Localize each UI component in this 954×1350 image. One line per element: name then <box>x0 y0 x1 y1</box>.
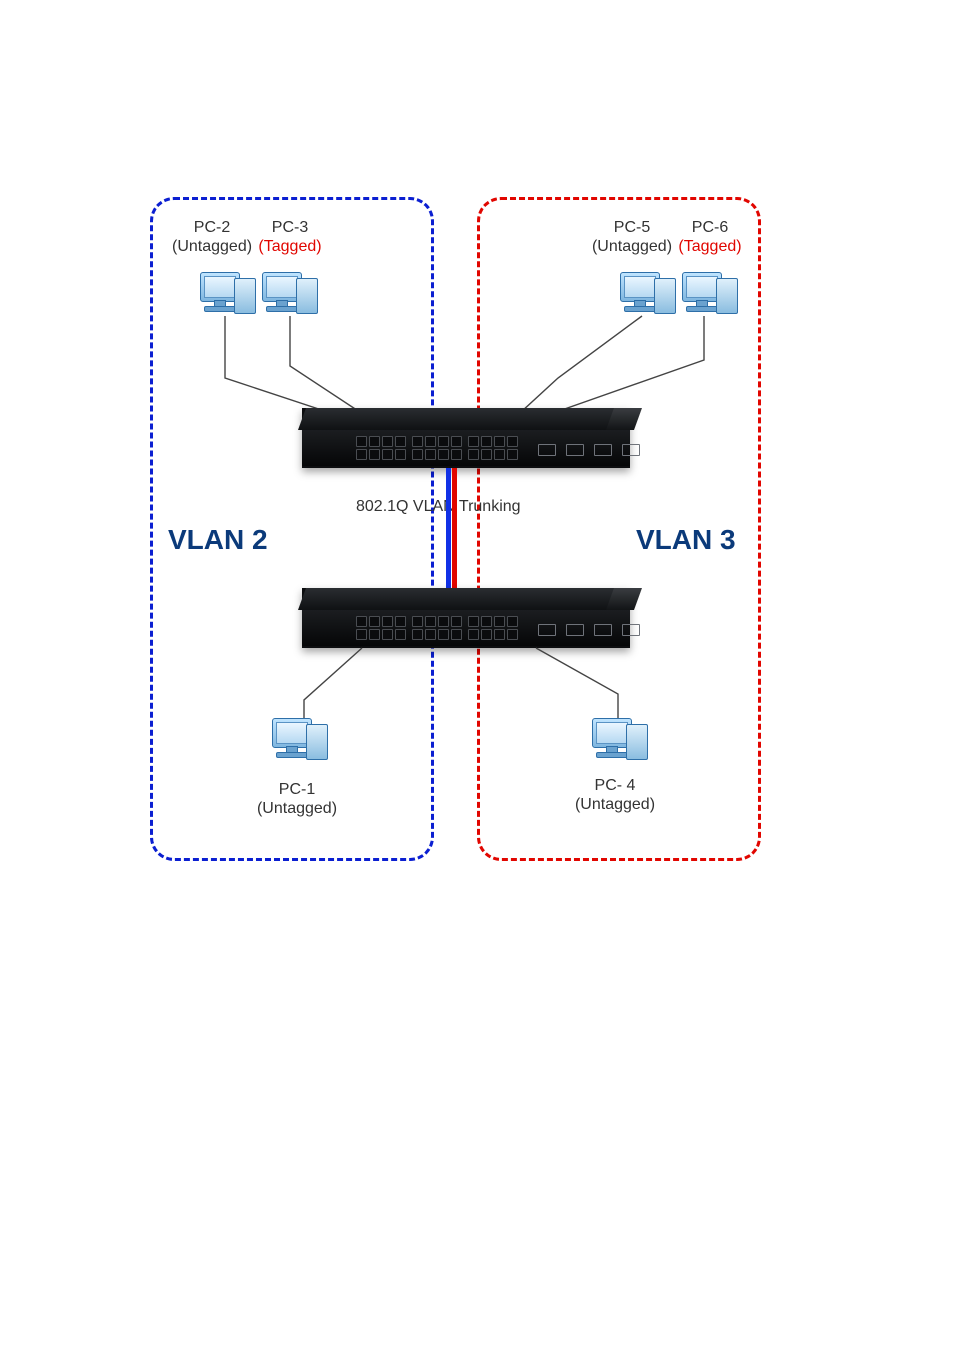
pc4-icon <box>588 718 642 772</box>
pc1-name: PC-1 <box>252 780 342 799</box>
pc1-label: PC-1 (Untagged) <box>252 780 342 818</box>
pc4-name: PC- 4 <box>570 776 660 795</box>
pc1-tag: (Untagged) <box>252 799 342 818</box>
pc4-tag: (Untagged) <box>570 795 660 814</box>
diagram-stage: VLAN 2 VLAN 3 PC-2 (Untagged) PC-3 (Tagg… <box>0 0 954 1350</box>
cable-pc4 <box>0 0 954 860</box>
pc1-icon <box>268 718 322 772</box>
pc4-label: PC- 4 (Untagged) <box>570 776 660 814</box>
